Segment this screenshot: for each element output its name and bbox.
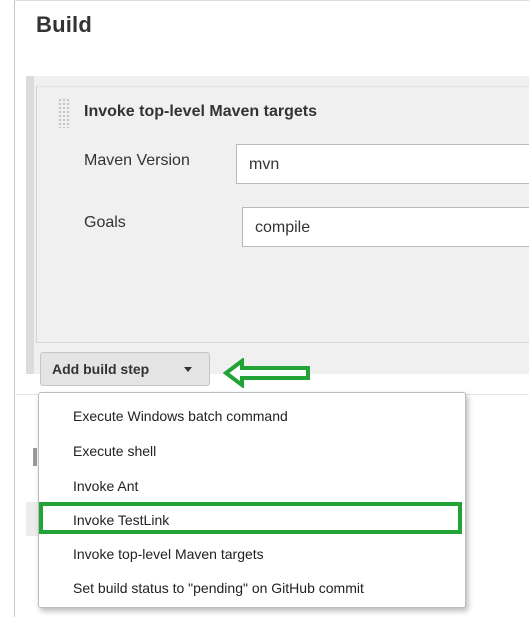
build-config-screen: Build Invoke top-level Maven targets Mav… — [0, 0, 529, 617]
menu-item-execute-shell[interactable]: Execute shell — [73, 441, 156, 461]
menu-item-set-build-status[interactable]: Set build status to "pending" on GitHub … — [73, 578, 364, 598]
left-arrow-icon-shape — [222, 358, 310, 388]
add-build-step-label: Add build step — [52, 361, 150, 377]
left-arrow-icon — [222, 358, 310, 388]
maven-version-label: Maven Version — [84, 152, 190, 169]
caret-down-icon — [184, 367, 192, 372]
goals-label: Goals — [84, 214, 126, 231]
menu-item-invoke-ant[interactable]: Invoke Ant — [73, 476, 138, 496]
build-step-title: Invoke top-level Maven targets — [84, 103, 317, 120]
testlink-highlight-annotation — [39, 502, 462, 534]
section-title: Build — [36, 12, 92, 37]
build-step-menu: Execute Windows batch command Execute sh… — [38, 392, 466, 608]
section-top-divider — [14, 0, 529, 1]
menu-item-invoke-maven-targets[interactable]: Invoke top-level Maven targets — [73, 544, 264, 564]
menu-item-execute-windows-batch[interactable]: Execute Windows batch command — [73, 406, 288, 426]
goals-input[interactable]: compile — [242, 207, 529, 247]
page-edge — [14, 0, 15, 617]
background-section-marker — [33, 448, 37, 466]
panel-divider — [36, 342, 529, 343]
maven-version-select[interactable]: mvn — [236, 144, 529, 184]
add-build-step-button[interactable]: Add build step — [40, 352, 210, 386]
grip-dots-icon[interactable] — [58, 98, 70, 128]
